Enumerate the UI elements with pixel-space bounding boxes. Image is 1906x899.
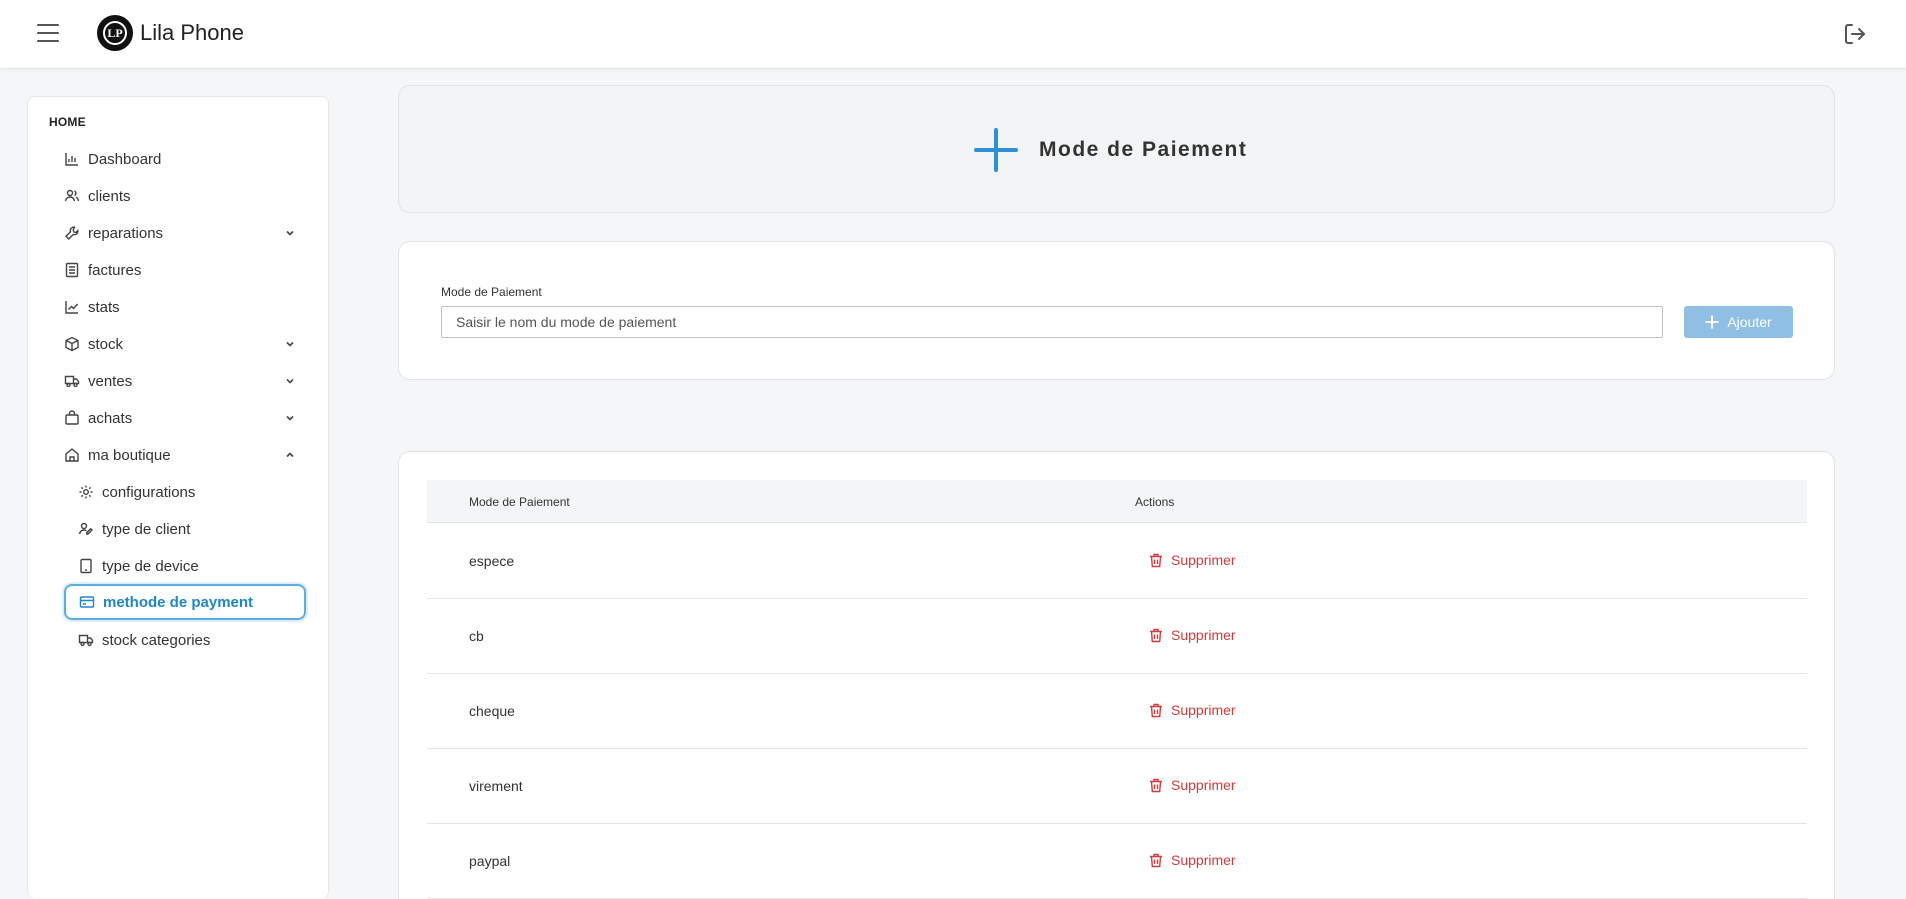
sidebar-item-clients[interactable]: clients xyxy=(64,179,304,213)
delete-button[interactable]: Supprimer xyxy=(1149,777,1236,793)
trash-icon xyxy=(1150,853,1162,867)
trash-icon xyxy=(1150,553,1162,567)
sidebar-item-achats[interactable]: achats xyxy=(64,401,304,435)
trash-icon xyxy=(1150,778,1162,792)
wrench-icon xyxy=(65,226,79,240)
delete-label: Supprimer xyxy=(1171,552,1236,568)
chevron-down-icon xyxy=(286,378,294,384)
sidebar-section-home: HOME xyxy=(49,115,86,129)
sidebar-item-ventes[interactable]: ventes xyxy=(64,364,304,398)
column-header-actions: Actions xyxy=(1135,495,1175,509)
sidebar-item-label: stats xyxy=(88,298,120,316)
chevron-down-icon xyxy=(286,415,294,421)
chevron-down-icon xyxy=(286,341,294,347)
page-title: Mode de Paiement xyxy=(1039,138,1248,161)
menu-icon[interactable] xyxy=(37,24,61,44)
sidebar-subitem-stock-categories[interactable]: stock categories xyxy=(78,623,304,657)
credit-card-icon xyxy=(79,596,95,608)
sidebar-item-stats[interactable]: stats xyxy=(64,290,304,324)
sidebar-subitem-configurations[interactable]: configurations xyxy=(78,475,304,509)
table-row: virement Supprimer xyxy=(427,749,1807,824)
chevron-down-icon xyxy=(286,230,294,236)
sidebar-item-reparations[interactable]: reparations xyxy=(64,216,304,250)
shopping-bag-icon xyxy=(65,410,79,425)
truck-icon xyxy=(64,375,80,388)
user-edit-icon xyxy=(78,522,93,535)
add-button[interactable]: Ajouter xyxy=(1684,306,1793,338)
delete-button[interactable]: Supprimer xyxy=(1149,702,1236,718)
form-label: Mode de Paiement xyxy=(441,285,542,299)
sidebar-subitem-type-de-client[interactable]: type de client xyxy=(78,512,304,546)
top-bar: LP Lila Phone xyxy=(0,0,1906,69)
payment-mode-input[interactable] xyxy=(441,306,1663,338)
add-button-label: Ajouter xyxy=(1727,314,1772,330)
page-header-card: Mode de Paiement xyxy=(398,85,1835,213)
sidebar: HOME Dashboard clients reparations factu… xyxy=(27,96,329,899)
delete-label: Supprimer xyxy=(1171,702,1236,718)
payment-modes-table-card: Mode de Paiement Actions espece Supprime… xyxy=(398,451,1835,899)
sidebar-item-label: reparations xyxy=(88,224,164,242)
delete-label: Supprimer xyxy=(1171,627,1236,643)
chevron-up-icon xyxy=(286,452,294,458)
invoice-icon xyxy=(65,262,79,278)
sidebar-item-label: clients xyxy=(88,187,131,205)
delete-button[interactable]: Supprimer xyxy=(1149,627,1236,643)
sidebar-item-label: ventes xyxy=(88,372,133,390)
logout-icon[interactable] xyxy=(1843,22,1867,46)
plus-icon xyxy=(974,128,1018,172)
gear-icon xyxy=(79,485,93,499)
logo-text: LP xyxy=(103,21,127,45)
sidebar-item-label: factures xyxy=(88,261,142,279)
sidebar-item-label: achats xyxy=(88,409,133,427)
table-row: cheque Supprimer xyxy=(427,674,1807,749)
trash-icon xyxy=(1150,628,1162,642)
table-row: cb Supprimer xyxy=(427,599,1807,674)
store-icon xyxy=(65,448,79,462)
trending-up-icon xyxy=(65,301,79,314)
delete-label: Supprimer xyxy=(1171,777,1236,793)
sidebar-item-label: configurations xyxy=(102,483,196,501)
sidebar-subitem-methode-de-payment[interactable]: methode de payment xyxy=(64,584,306,620)
table-row: paypal Supprimer xyxy=(427,824,1807,899)
bar-chart-icon xyxy=(65,153,78,166)
app-title: Lila Phone xyxy=(140,20,244,45)
app-logo: LP xyxy=(97,15,133,51)
box-icon xyxy=(65,336,79,352)
sidebar-item-dashboard[interactable]: Dashboard xyxy=(64,142,304,176)
payment-mode-name: paypal xyxy=(469,853,511,869)
sidebar-item-label: type de client xyxy=(102,520,191,538)
delete-button[interactable]: Supprimer xyxy=(1149,852,1236,868)
sidebar-item-label: type de device xyxy=(102,557,199,575)
sidebar-item-label: stock xyxy=(88,335,124,353)
trash-icon xyxy=(1150,703,1162,717)
tablet-icon xyxy=(80,558,92,574)
table-header: Mode de Paiement Actions xyxy=(427,480,1807,523)
delete-button[interactable]: Supprimer xyxy=(1149,552,1236,568)
sidebar-item-stock[interactable]: stock xyxy=(64,327,304,361)
sidebar-subitem-type-de-device[interactable]: type de device xyxy=(78,549,304,583)
sidebar-item-label: stock categories xyxy=(102,631,211,649)
sidebar-item-label: methode de payment xyxy=(103,593,254,611)
users-icon xyxy=(64,189,80,202)
payment-mode-name: virement xyxy=(469,778,523,794)
table-row: espece Supprimer xyxy=(427,524,1807,599)
sidebar-item-label: Dashboard xyxy=(88,150,162,168)
payment-mode-name: cb xyxy=(469,628,484,644)
payment-mode-name: cheque xyxy=(469,703,515,719)
sidebar-item-label: ma boutique xyxy=(88,446,171,464)
sidebar-item-ma-boutique[interactable]: ma boutique xyxy=(64,438,304,472)
add-form-card: Mode de Paiement Ajouter xyxy=(398,241,1835,380)
truck-icon xyxy=(78,634,94,647)
plus-icon xyxy=(1705,315,1720,329)
sidebar-item-factures[interactable]: factures xyxy=(64,253,304,287)
delete-label: Supprimer xyxy=(1171,852,1236,868)
column-header-mode: Mode de Paiement xyxy=(469,495,570,509)
payment-mode-name: espece xyxy=(469,553,515,569)
